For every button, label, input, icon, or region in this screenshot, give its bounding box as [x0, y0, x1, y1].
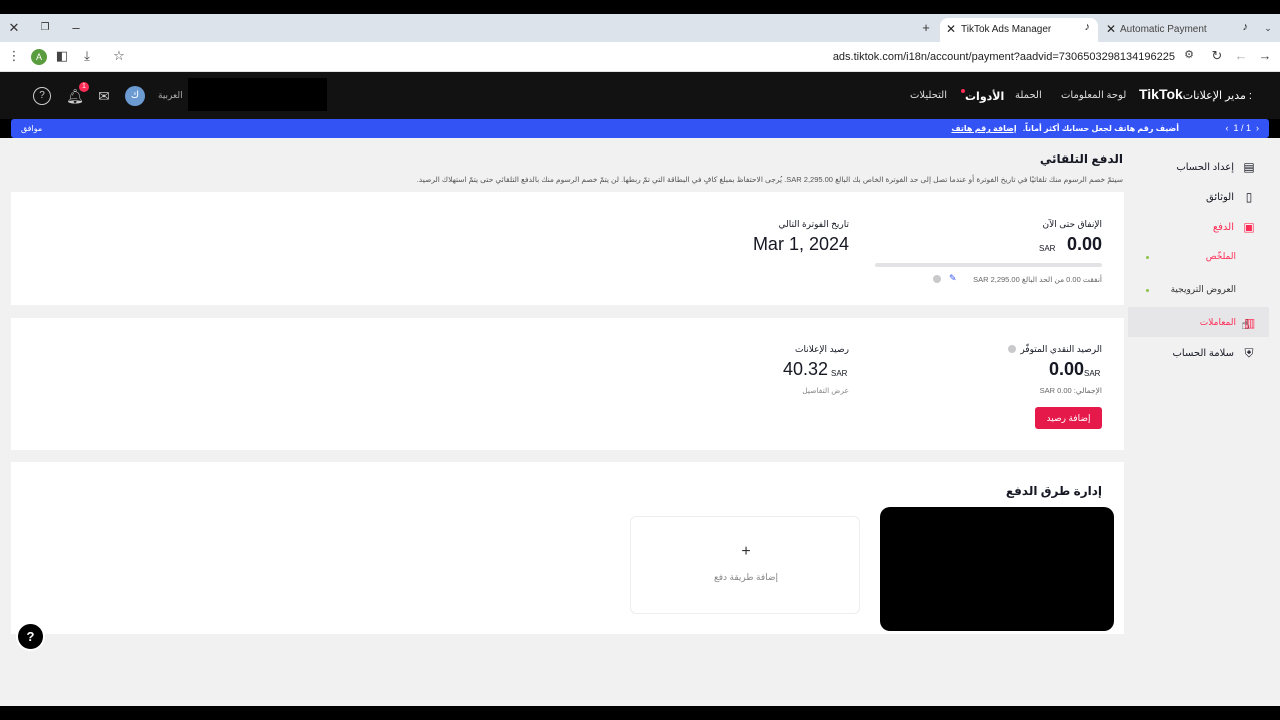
ad-credit-currency: SAR — [831, 369, 848, 378]
tab-automatic-payment[interactable]: ✕ Automatic Payment ♪ — [1100, 18, 1256, 42]
tab-close-icon[interactable]: ✕ — [946, 22, 956, 36]
page-title: الدفع التلقائي — [1039, 152, 1123, 166]
tab-title: Automatic Payment — [1120, 24, 1207, 35]
banner-pager: ‹ 1 / 1 › — [1225, 123, 1259, 133]
spend-value: 0.00 — [1066, 234, 1102, 254]
shield-icon: ⛨ — [1244, 346, 1254, 360]
spend-label: الإنفاق حتى الآن — [1042, 219, 1102, 229]
spend-currency: SAR — [1039, 244, 1056, 253]
add-payment-method-button[interactable]: + إضافة طريقة دفع — [630, 516, 860, 614]
help-chat-button[interactable]: ? — [16, 622, 45, 651]
next-invoice-label: تاريخ الفوترة التالي — [778, 219, 849, 229]
sidebar-item-label: سلامة الحساب — [1172, 348, 1234, 359]
tab-search-chevron-icon[interactable]: ⌄ — [1258, 18, 1278, 38]
phone-number-banner: موافق أضيف رقم هاتف لجعل حسابك أكثر أمان… — [11, 119, 1269, 138]
cash-balance-label: الرصيد النقدي المتوفّر — [1020, 344, 1102, 354]
spend-limit-note: أنفقت 0.00 من الحد البالغ SAR 2,295.00 — [973, 275, 1102, 284]
sidebar-item-label: الدفع — [1212, 221, 1234, 233]
nav-analytics[interactable]: التحليلات — [910, 90, 947, 101]
sidebar-item-label: إعداد الحساب — [1176, 161, 1234, 173]
banner-message: أضيف رقم هاتف لجعل حسابك أكثر أماناً. إض… — [951, 124, 1179, 133]
edit-icon[interactable]: ✎ — [949, 273, 957, 284]
logo-subtitle: مدير الإعلانات : — [1182, 90, 1252, 102]
video-border-top — [0, 0, 1280, 14]
notification-badge: 1 — [79, 82, 89, 92]
video-border-bottom — [0, 706, 1280, 720]
address-bar[interactable]: ads.tiktok.com/i18n/account/payment?aadv… — [130, 47, 1200, 67]
minimize-window-icon[interactable]: – — [66, 18, 86, 38]
side-panel-icon[interactable]: ◧ — [53, 48, 71, 64]
chevron-right-icon[interactable]: › — [1256, 123, 1259, 133]
add-payment-method-label: إضافة طريقة دفع — [713, 572, 779, 582]
download-icon[interactable]: ⤓ — [78, 48, 96, 64]
inbox-icon[interactable]: ✉ — [95, 87, 113, 105]
redacted-payment-card[interactable] — [880, 507, 1114, 631]
info-icon[interactable] — [933, 275, 941, 283]
help-icon[interactable]: ? — [33, 87, 51, 105]
view-details-link[interactable]: عرض التفاصيل — [802, 386, 849, 395]
logo-text: TikTok — [1138, 86, 1183, 102]
nav-dashboard[interactable]: لوحة المعلومات — [1061, 90, 1126, 101]
sidebar-item-documents[interactable]: الوثائق ▯ — [1206, 190, 1256, 204]
cash-balance-total: الإجمالي: SAR 0.00 — [1039, 386, 1102, 395]
sidebar-sub-promotions[interactable]: العروض الترويجية — [1171, 284, 1236, 295]
nav-tools-dot — [961, 89, 965, 93]
pager-text: 1 / 1 — [1233, 123, 1251, 133]
page-description: سيتمّ خصم الرسوم منك تلقائيًا في تاريخ ا… — [416, 175, 1123, 184]
profile-avatar[interactable]: A — [31, 49, 47, 65]
balance-card: الرصيد النقدي المتوفّر 0.00 SAR الإجمالي… — [11, 318, 1124, 450]
bookmark-star-icon[interactable]: ☆ — [110, 48, 128, 64]
nav-tools[interactable]: الأدوات — [965, 90, 1004, 103]
plus-icon: + — [741, 543, 751, 560]
sidebar-item-account-settings[interactable]: إعداد الحساب ▤ — [1176, 160, 1256, 174]
user-avatar[interactable]: ك — [125, 86, 145, 106]
ad-credit-label: رصيد الإعلانات — [794, 344, 849, 354]
add-phone-link[interactable]: إضافة رقم هاتف — [951, 124, 1016, 133]
sidebar-item-payment[interactable]: الدفع ▣ — [1213, 220, 1256, 234]
browser-toolbar: ⋮ A ◧ ⤓ ☆ ads.tiktok.com/i18n/account/pa… — [0, 42, 1280, 72]
chevron-left-icon[interactable]: ‹ — [1225, 123, 1228, 133]
status-dot — [1146, 256, 1149, 259]
status-dot — [1146, 289, 1149, 292]
next-invoice-date: Mar 1, 2024 — [752, 234, 849, 254]
sidebar-sub-transactions[interactable]: المعاملات — [1200, 317, 1236, 328]
redacted-account-name — [188, 78, 327, 111]
menu-dots-icon[interactable]: ⋮ — [5, 48, 23, 64]
id-card-icon: ▤ — [1243, 160, 1255, 174]
sidebar-item-account-safety[interactable]: سلامة الحساب ⛨ — [1172, 346, 1256, 361]
add-balance-button[interactable]: إضافة رصيد — [1035, 407, 1102, 429]
banner-text: أضيف رقم هاتف لجعل حسابك أكثر أماناً. — [1022, 124, 1179, 133]
document-icon: ▯ — [1245, 190, 1253, 204]
sidebar-sub-summary[interactable]: الملخّص — [1206, 251, 1236, 262]
restore-window-icon[interactable]: ❐ — [35, 18, 55, 38]
hand-cursor-icon: ☝ — [1241, 316, 1250, 332]
banner-ok-button[interactable]: موافق — [21, 124, 42, 133]
tab-tiktok-ads-manager[interactable]: ✕ TikTok Ads Manager ♪ — [940, 18, 1098, 42]
tab-close-icon[interactable]: ✕ — [1106, 22, 1116, 36]
info-icon[interactable] — [1008, 345, 1016, 353]
wallet-icon: ▣ — [1243, 220, 1255, 234]
spend-progress-bar — [875, 263, 1102, 267]
ad-credit-value: 40.32 — [782, 359, 828, 379]
tiktok-favicon-icon: ♪ — [1242, 21, 1249, 33]
tiktok-logo[interactable]: TikTokمدير الإعلانات : — [1139, 86, 1256, 102]
payment-methods-card: إدارة طرق الدفع + إضافة طريقة دفع — [11, 462, 1124, 634]
payment-methods-title: إدارة طرق الدفع — [1005, 484, 1102, 498]
spend-card: الإنفاق حتى الآن 0.00 SAR ✎ أنفقت 0.00 م… — [11, 192, 1124, 305]
app-header: TikTokمدير الإعلانات : لوحة المعلومات ال… — [0, 72, 1280, 119]
nav-campaign[interactable]: الحملة — [1015, 90, 1042, 101]
cash-balance-value: 0.00 — [1048, 359, 1084, 379]
site-settings-icon[interactable]: ⚙ — [1180, 48, 1198, 61]
sidebar-item-label: الوثائق — [1206, 191, 1234, 203]
forward-icon[interactable]: → — [1256, 48, 1274, 63]
new-tab-icon[interactable]: + — [916, 18, 936, 38]
close-window-icon[interactable]: ✕ — [4, 18, 24, 38]
tab-title: TikTok Ads Manager — [961, 24, 1052, 35]
reload-icon[interactable]: ↻ — [1208, 48, 1226, 64]
language-switcher[interactable]: العربية — [158, 90, 183, 101]
back-icon[interactable]: ← — [1232, 48, 1250, 63]
cash-balance-currency: SAR — [1084, 369, 1101, 378]
browser-tab-bar: ✕ ❐ – + ✕ TikTok Ads Manager ♪ ✕ Automat… — [0, 14, 1280, 42]
tiktok-favicon-icon: ♪ — [1084, 21, 1091, 33]
